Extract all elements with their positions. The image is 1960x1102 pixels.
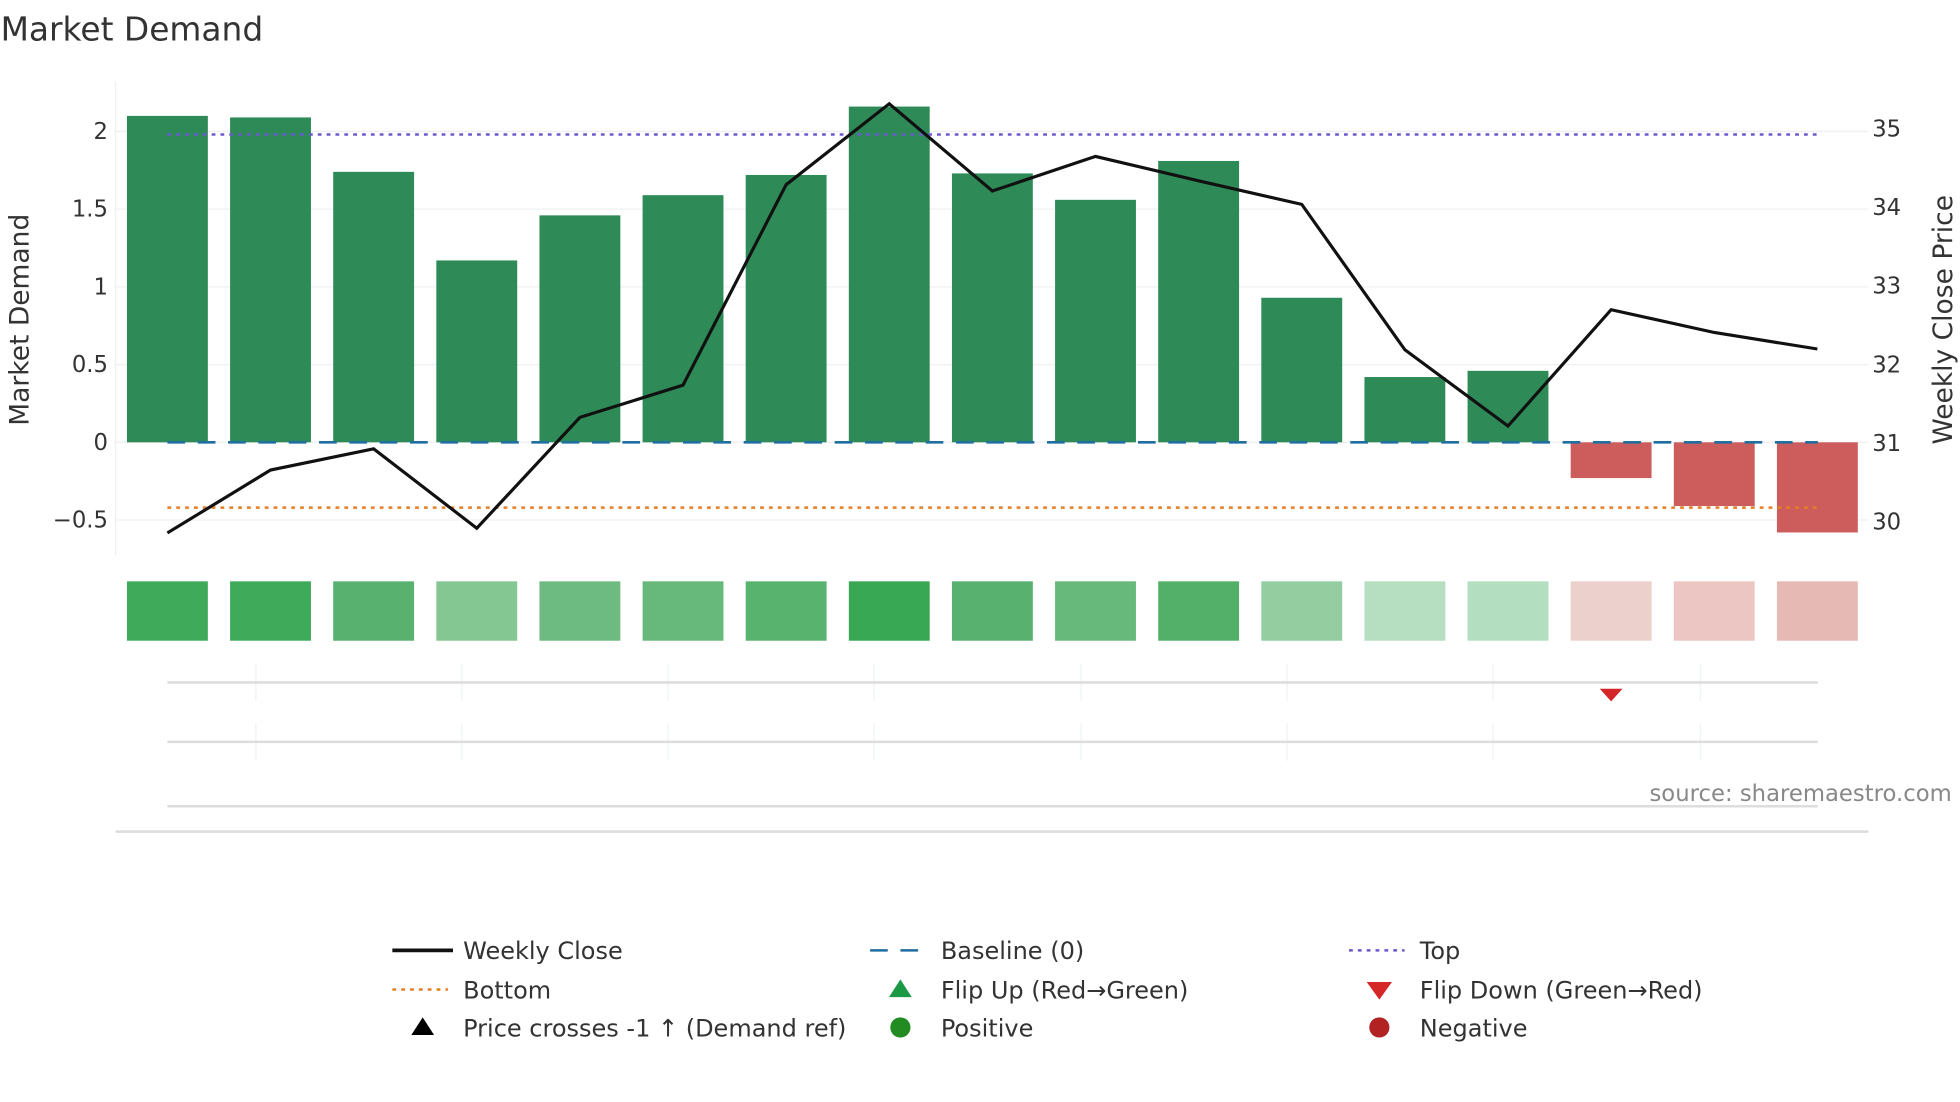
- demand-bar: [1364, 377, 1446, 443]
- demand-bar: [126, 115, 208, 443]
- legend-symbol-dotred: [1369, 1017, 1390, 1038]
- legend-symbol-dotgreen: [890, 1017, 911, 1038]
- demand-bar: [1261, 297, 1343, 443]
- demand-bar: [1158, 160, 1240, 443]
- demand-bar: [951, 173, 1033, 443]
- market-demand-chart: Market Demand Market Demand Weekly Close…: [1, 10, 1959, 1042]
- legend-label: Positive: [941, 1014, 1034, 1042]
- y-tick-label: −0.5: [53, 508, 108, 534]
- legend-label: Top: [1419, 937, 1461, 965]
- legend-label: Price crosses -1 ↑ (Demand ref): [463, 1014, 846, 1042]
- legend-label: Bottom: [463, 976, 551, 1004]
- heat-tile: [126, 581, 208, 641]
- y2-tick-label: 31: [1872, 431, 1901, 457]
- heat-tile: [1055, 581, 1136, 641]
- heat-tile: [1158, 581, 1240, 641]
- y2-axis-label: Weekly Close Price: [1928, 195, 1959, 444]
- legend-symbol-triblack: [411, 1017, 435, 1036]
- heat-tile: [1364, 581, 1446, 641]
- demand-bar: [1570, 442, 1652, 479]
- demand-bar: [848, 106, 930, 443]
- y-tick-label: 1.5: [72, 197, 108, 223]
- heat-tile: [1261, 581, 1343, 641]
- legend-symbol-tridown: [1366, 981, 1392, 1000]
- heat-tile: [333, 581, 415, 641]
- heat-tile: [1467, 581, 1549, 641]
- heat-tile: [539, 581, 621, 641]
- y-tick-label: 0: [94, 430, 108, 456]
- legend-label: Weekly Close: [463, 937, 623, 965]
- heat-tile: [848, 581, 930, 641]
- demand-bar: [1055, 199, 1136, 443]
- demand-bar: [333, 171, 415, 443]
- demand-bar: [745, 174, 827, 443]
- heat-tile: [230, 581, 311, 641]
- y2-tick-label: 30: [1872, 510, 1901, 536]
- chart-title: Market Demand: [1, 10, 264, 48]
- demand-bar: [436, 260, 518, 443]
- heat-tile: [951, 581, 1033, 641]
- y-axis-label: Market Demand: [4, 214, 35, 426]
- y-tick-label: 2: [94, 119, 108, 145]
- demand-bar: [642, 195, 724, 443]
- heat-tile: [642, 581, 724, 641]
- legend-label: Baseline (0): [941, 937, 1084, 965]
- heat-tile: [745, 581, 827, 641]
- source-label: source: sharemaestro.com: [1649, 781, 1951, 807]
- y2-tick-label: 32: [1872, 352, 1901, 378]
- y-tick-label: 0.5: [72, 352, 108, 378]
- legend-symbol-triup: [889, 979, 912, 998]
- heat-tile: [1570, 581, 1652, 641]
- legend-label: Flip Down (Green→Red): [1420, 976, 1703, 1004]
- flip-down-marker: [1599, 688, 1623, 702]
- demand-bar: [230, 117, 311, 443]
- heat-tile: [1776, 581, 1858, 641]
- legend-label: Flip Up (Red→Green): [941, 976, 1189, 1004]
- y-tick-label: 1: [94, 274, 108, 300]
- y2-tick-label: 34: [1872, 195, 1901, 221]
- heat-tile: [436, 581, 518, 641]
- y2-tick-label: 33: [1872, 274, 1901, 300]
- legend-label: Negative: [1420, 1014, 1528, 1042]
- y2-tick-label: 35: [1872, 116, 1901, 142]
- heat-tile: [1673, 581, 1755, 641]
- demand-bar: [1776, 442, 1858, 533]
- demand-bar: [1673, 442, 1755, 507]
